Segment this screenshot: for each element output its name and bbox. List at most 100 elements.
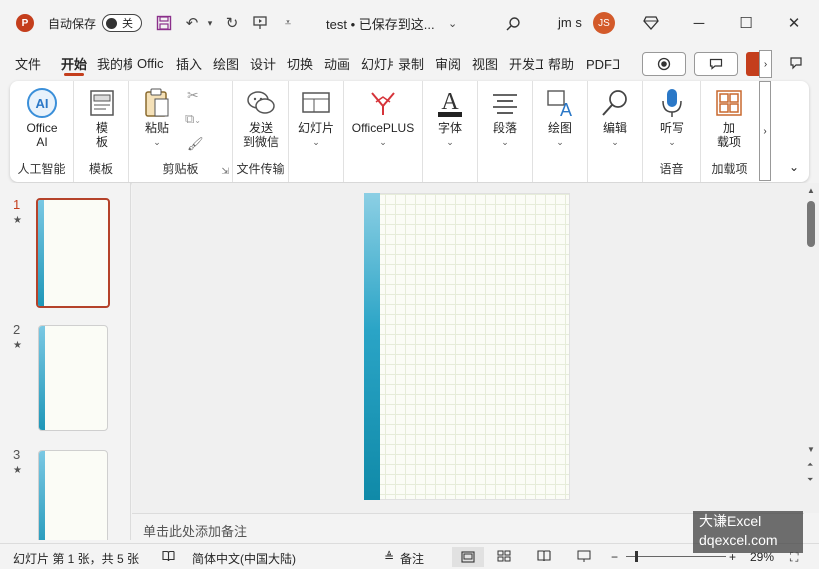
slide-number-3: 3: [13, 447, 21, 462]
autosave-toggle[interactable]: 关: [102, 14, 143, 32]
vertical-scrollbar[interactable]: ▲ ▼ ⏶ ⏷: [804, 183, 819, 513]
slide-accent-bar: [364, 193, 380, 500]
tab-developer[interactable]: 开发工: [504, 46, 543, 80]
template-icon: [85, 87, 119, 119]
search-icon[interactable]: [501, 12, 525, 36]
undo-dropdown-icon[interactable]: ▾: [204, 11, 216, 35]
present-icon[interactable]: [248, 11, 272, 35]
font-button[interactable]: A 字体 ⌄: [429, 87, 471, 149]
group-paragraph: 段落 ⌄: [478, 81, 533, 182]
current-slide[interactable]: [364, 193, 570, 500]
drawing-dropdown-icon[interactable]: ⌄: [556, 135, 564, 149]
tab-transitions[interactable]: 切换: [282, 46, 319, 80]
tab-view[interactable]: 视图: [467, 46, 504, 80]
zoom-slider-handle[interactable]: [635, 551, 638, 562]
slide-1-animation-star-icon: ★: [13, 215, 22, 226]
cut-icon[interactable]: ✂: [187, 87, 199, 104]
tab-design[interactable]: 设计: [245, 46, 282, 80]
slides-button[interactable]: 幻灯片 ⌄: [293, 87, 339, 149]
reading-view-icon[interactable]: [537, 550, 551, 565]
save-icon[interactable]: [152, 11, 176, 35]
group-ai: AI Office AI 人工智能: [10, 81, 74, 182]
dictate-button[interactable]: 听写 ⌄: [651, 87, 693, 149]
comments-button[interactable]: [694, 52, 738, 76]
slides-label: 幻灯片: [297, 121, 334, 135]
tab-pdf-tools[interactable]: PDF工: [581, 46, 619, 80]
tab-help[interactable]: 帮助: [543, 46, 581, 80]
officeplus-icon: [366, 87, 400, 119]
copilot-icon[interactable]: [784, 52, 808, 76]
group-clipboard: 粘贴 ⌄ ✂ ⧉⌄ 🖌 ⇲ 剪贴板: [129, 81, 233, 182]
redo-icon[interactable]: ↻: [220, 11, 244, 35]
copy-icon[interactable]: ⧉⌄: [185, 111, 201, 127]
scroll-up-icon[interactable]: ▲: [807, 186, 815, 195]
record-button[interactable]: [642, 52, 686, 76]
premium-diamond-icon[interactable]: [636, 10, 666, 36]
zoom-out-icon[interactable]: −: [611, 550, 618, 564]
officeplus-dropdown-icon[interactable]: ⌄: [379, 135, 387, 149]
scrollbar-thumb[interactable]: [807, 201, 815, 247]
notes-toggle-icon[interactable]: ≜: [384, 550, 394, 564]
normal-view-button[interactable]: [452, 547, 484, 567]
paste-dropdown-icon[interactable]: ⌄: [153, 135, 161, 149]
addins-label-2: 载项: [716, 135, 741, 149]
title-chevron-down-icon[interactable]: ⌄: [441, 11, 465, 35]
ribbon-collapse-chevron-icon[interactable]: ⌄: [789, 160, 799, 174]
template-label-1: 模: [95, 121, 108, 135]
scroll-down-icon[interactable]: ▼: [807, 445, 815, 454]
drawing-button[interactable]: A 绘图 ⌄: [539, 87, 581, 149]
slide-thumbnail-2[interactable]: [38, 325, 108, 431]
font-dropdown-icon[interactable]: ⌄: [446, 135, 454, 149]
avatar[interactable]: JS: [593, 12, 615, 34]
next-slide-icon[interactable]: ⏷: [807, 475, 813, 485]
zoom-slider-track[interactable]: [626, 556, 726, 557]
user-name[interactable]: jm s: [558, 15, 582, 30]
language-status[interactable]: 简体中文(中国大陆): [192, 550, 296, 567]
tab-animations[interactable]: 动画: [319, 46, 356, 80]
officeplus-button[interactable]: OfficePLUS ⌄: [348, 87, 418, 149]
office-ai-button[interactable]: AI Office AI: [18, 87, 66, 149]
send-to-wechat-button[interactable]: 发送 到微信: [237, 87, 285, 149]
paragraph-button[interactable]: 段落 ⌄: [484, 87, 526, 149]
slide-thumbnail-3[interactable]: [38, 450, 108, 540]
slide-count-status: 幻灯片 第 1 张，共 5 张: [13, 552, 140, 566]
tab-slideshow[interactable]: 幻灯片: [356, 46, 393, 80]
slide-sorter-view-icon[interactable]: [497, 550, 511, 565]
group-slides: 幻灯片 ⌄: [289, 81, 344, 182]
template-button[interactable]: 模 板: [82, 87, 122, 149]
tab-file[interactable]: 文件: [10, 46, 56, 80]
tabs-scroll-right-button[interactable]: ›: [759, 50, 772, 78]
watermark-line-1: 大谦Excel: [699, 513, 762, 529]
maximize-button[interactable]: ☐: [731, 10, 761, 36]
tab-draw[interactable]: 绘图: [208, 46, 245, 80]
document-title[interactable]: test • 已保存到这...: [326, 14, 435, 33]
format-painter-icon[interactable]: 🖌: [187, 136, 204, 152]
tab-insert[interactable]: 插入: [171, 46, 208, 80]
minimize-button[interactable]: ─: [684, 10, 714, 36]
addins-button[interactable]: 加 载项: [707, 87, 751, 149]
ribbon-scroll-right-button[interactable]: ›: [759, 81, 771, 181]
shapes-icon: A: [543, 87, 577, 119]
template-label-2: 板: [95, 135, 108, 149]
group-addins: 加 载项 加载项: [701, 81, 758, 182]
paragraph-dropdown-icon[interactable]: ⌄: [501, 135, 509, 149]
tab-office[interactable]: Offic: [132, 46, 171, 80]
notes-toggle-button[interactable]: 备注: [400, 550, 424, 567]
accessibility-book-icon[interactable]: [162, 550, 175, 565]
tab-home[interactable]: 开始: [56, 46, 92, 80]
slides-dropdown-icon[interactable]: ⌄: [312, 135, 320, 149]
editing-button[interactable]: 编辑 ⌄: [594, 87, 636, 149]
undo-icon[interactable]: ↶: [180, 11, 204, 35]
tab-my-templates[interactable]: 我的模: [92, 46, 132, 80]
close-button[interactable]: ✕: [779, 10, 809, 36]
customize-quick-access-icon[interactable]: ⩡: [276, 11, 300, 35]
paste-button[interactable]: 粘贴 ⌄: [135, 87, 179, 149]
slide-thumbnail-1[interactable]: [36, 198, 110, 308]
editing-dropdown-icon[interactable]: ⌄: [611, 135, 619, 149]
tab-record[interactable]: 录制: [393, 46, 430, 80]
send-label-1: 发送: [248, 121, 273, 135]
previous-slide-icon[interactable]: ⏶: [807, 460, 813, 470]
dictate-dropdown-icon[interactable]: ⌄: [668, 135, 676, 149]
tab-review[interactable]: 审阅: [430, 46, 467, 80]
slideshow-view-icon[interactable]: [577, 550, 591, 566]
